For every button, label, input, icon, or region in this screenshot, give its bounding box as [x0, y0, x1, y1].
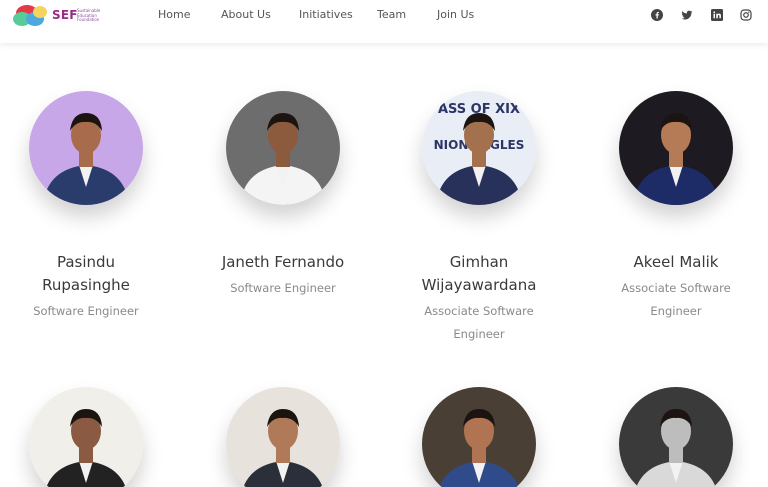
team-member-name-line: Akeel Malik	[633, 253, 719, 271]
team-member-role-line: Associate Software	[621, 281, 731, 295]
team-member-role: Associate Software Engineer	[596, 277, 756, 323]
team-member-name-line: Pasindu	[56, 253, 116, 271]
facebook-icon[interactable]	[651, 9, 663, 21]
team-member-photo	[226, 91, 340, 205]
nav-join-us[interactable]: Join Us	[437, 8, 474, 21]
team-member-role: Software Engineer	[6, 300, 166, 323]
nav-home[interactable]: Home	[158, 8, 190, 21]
team-member-role-line: Software Engineer	[33, 304, 139, 318]
team-member-role-line: Engineer	[650, 304, 702, 318]
team-member-role-line: Associate Software	[424, 304, 534, 318]
team-member-photo: ASS OF XIX NION EAGLES	[422, 91, 536, 205]
team-member-photo	[29, 91, 143, 205]
team-member-name-line: Janeth Fernando	[221, 253, 345, 271]
team-member-name: Pasindu Rupasinghe	[6, 251, 166, 297]
team-member-photo	[29, 387, 143, 487]
brand-logo[interactable]: SEF Sustainable Education Foundation	[10, 3, 102, 29]
team-member-photo	[619, 91, 733, 205]
instagram-icon[interactable]	[740, 9, 752, 21]
team-member-name-line: Wijayawardana	[421, 276, 537, 294]
team-member-photo	[422, 387, 536, 487]
team-member-name: Akeel Malik	[596, 251, 756, 274]
logo-mark-icon	[13, 5, 47, 26]
team-member-name: Janeth Fernando	[203, 251, 363, 274]
nav-about-us[interactable]: About Us	[221, 8, 271, 21]
team-member-photo	[226, 387, 340, 487]
nav-initiatives[interactable]: Initiatives	[299, 8, 353, 21]
team-member-role-line: Engineer	[453, 327, 505, 341]
team-member-name: Gimhan Wijayawardana	[399, 251, 559, 297]
twitter-icon[interactable]	[681, 9, 693, 21]
linkedin-icon[interactable]	[711, 9, 723, 21]
team-member-role-line: Software Engineer	[230, 281, 336, 295]
site-header: SEF Sustainable Education Foundation Hom…	[0, 0, 768, 43]
team-member-name-line: Rupasinghe	[42, 276, 130, 294]
team-member-photo	[619, 387, 733, 487]
nav-team[interactable]: Team	[377, 8, 406, 21]
team-member-role: Software Engineer	[203, 277, 363, 300]
brand-tagline: Sustainable Education Foundation	[77, 8, 101, 22]
team-member-role: Associate Software Engineer	[399, 300, 559, 346]
brand-name: SEF	[52, 8, 78, 22]
team-member-name-line: Gimhan	[449, 253, 509, 271]
